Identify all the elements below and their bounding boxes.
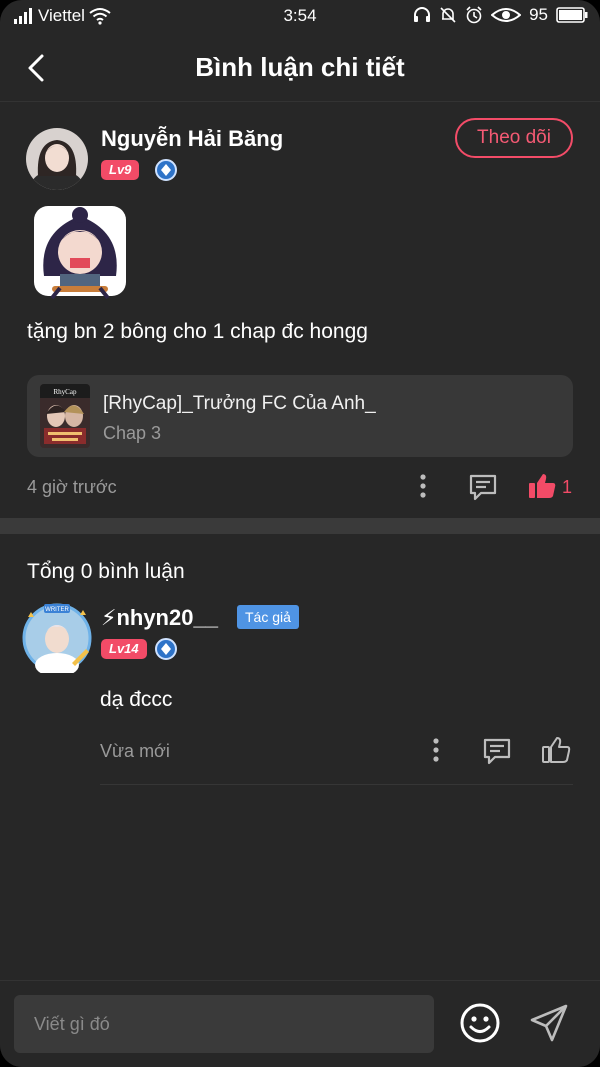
like-icon [542, 737, 571, 763]
status-bar: Viettel 3:54 95 [0, 0, 600, 34]
story-cover: RhyCap [40, 384, 90, 448]
commenter-avatar[interactable] [26, 128, 88, 190]
emoji-button[interactable] [459, 1002, 501, 1044]
avatar-image: WRITER [22, 603, 92, 677]
level-badge: Lv9 [101, 160, 140, 180]
reply-text: dạ đccc [100, 688, 173, 711]
battery-level: 95 [529, 5, 548, 24]
more-options-button[interactable] [412, 472, 434, 502]
comment-icon [469, 474, 497, 501]
bell-mute-icon [440, 7, 456, 23]
comment-text: tặng bn 2 bông cho 1 chap đc hongg [27, 320, 368, 343]
comment-input[interactable] [14, 995, 434, 1053]
diamond-icon [155, 159, 177, 181]
more-icon [433, 738, 439, 762]
send-icon [530, 1004, 568, 1042]
reply-reply-button[interactable] [482, 736, 512, 766]
eye-icon [491, 8, 522, 22]
alarm-icon [466, 6, 482, 24]
story-title: [RhyCap]_Trưởng FC Của Anh_ [103, 393, 376, 414]
svg-text:WRITER: WRITER [45, 607, 69, 613]
app-header: Bình luận chi tiết [0, 34, 600, 102]
status-right: 95 [413, 5, 588, 25]
avatar-image [26, 128, 88, 190]
like-icon [529, 474, 556, 498]
reply-level-badge: Lv14 [101, 639, 147, 659]
headset-icon [414, 7, 431, 22]
follow-button[interactable]: Theo dõi [455, 118, 573, 158]
page-title: Bình luận chi tiết [195, 52, 405, 82]
screen: Viettel 3:54 95 Bình luận chi tiết Nguyễ… [0, 0, 600, 1067]
reply-button[interactable] [468, 472, 498, 502]
like-count: 1 [562, 477, 573, 497]
section-divider [0, 518, 600, 534]
reply-avatar[interactable]: WRITER [22, 603, 92, 677]
emoji-icon [460, 1003, 500, 1043]
sticker-image [34, 206, 126, 300]
reply-username[interactable]: ⚡nhyn20__ [101, 605, 218, 631]
replies-total: Tổng 0 bình luận [27, 560, 185, 583]
send-button[interactable] [528, 1002, 570, 1044]
story-link-card[interactable]: RhyCap [RhyCap]_Trưởng FC Của Anh_ Chap … [27, 375, 573, 457]
diamond-icon [155, 638, 177, 660]
reply-like-button[interactable] [541, 735, 571, 765]
reply-time: Vừa mới [100, 741, 170, 761]
like-button[interactable] [527, 471, 557, 501]
battery-icon [556, 7, 588, 23]
reply-more-options-button[interactable] [425, 736, 447, 766]
comment-icon [483, 738, 511, 765]
commenter-name[interactable]: Nguyễn Hải Băng [101, 126, 283, 152]
author-badge: Tác giả [237, 605, 299, 629]
reply-divider [100, 784, 573, 785]
comment-composer [0, 980, 600, 1067]
more-icon [420, 474, 426, 498]
comment-time: 4 giờ trước [27, 477, 117, 497]
svg-text:RhyCap: RhyCap [54, 388, 77, 396]
story-chapter: Chap 3 [103, 423, 162, 443]
